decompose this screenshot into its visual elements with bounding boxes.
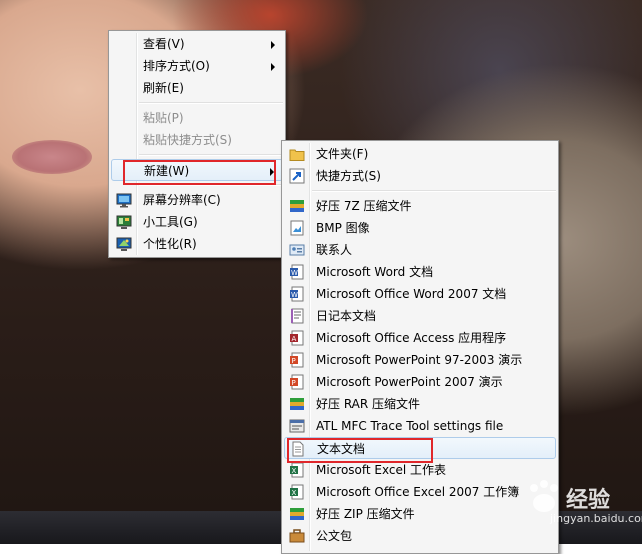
submenu-arrow-icon <box>271 41 275 49</box>
svg-text:X: X <box>292 489 297 497</box>
paw-logo-icon <box>524 478 562 516</box>
menu-separator <box>139 154 283 156</box>
submenu-item-contact[interactable]: 联系人 <box>284 239 556 261</box>
svg-text:P: P <box>292 357 296 365</box>
submenu-item-powerpoint-2007-presentation[interactable]: P Microsoft PowerPoint 2007 演示 <box>284 371 556 393</box>
submenu-item-atl-mfc-trace-settings[interactable]: ATL MFC Trace Tool settings file <box>284 415 556 437</box>
menu-separator <box>139 102 283 104</box>
powerpoint-icon: P <box>289 352 305 368</box>
submenu-item-word-document[interactable]: W Microsoft Word 文档 <box>284 261 556 283</box>
monitor-icon <box>116 192 132 208</box>
wallpaper-detail <box>12 140 92 174</box>
submenu-separator <box>312 190 556 192</box>
briefcase-icon <box>289 528 305 544</box>
gadgets-icon <box>116 214 132 230</box>
svg-text:A: A <box>292 335 297 343</box>
personalize-icon <box>116 236 132 252</box>
submenu-item-text-document[interactable]: 文本文档 <box>284 437 556 459</box>
menu-item-gadgets[interactable]: 小工具(G) <box>111 211 283 233</box>
svg-text:X: X <box>292 467 297 475</box>
menu-item-refresh[interactable]: 刷新(E) <box>111 77 283 99</box>
journal-icon <box>289 308 305 324</box>
contact-icon <box>289 242 305 258</box>
submenu-item-powerpoint-97-presentation[interactable]: P Microsoft PowerPoint 97-2003 演示 <box>284 349 556 371</box>
submenu-item-word-2007-document[interactable]: W Microsoft Office Word 2007 文档 <box>284 283 556 305</box>
menu-item-view[interactable]: 查看(V) <box>111 33 283 55</box>
word-icon: W <box>289 264 305 280</box>
submenu-item-excel-2007-workbook[interactable]: X Microsoft Office Excel 2007 工作簿 <box>284 481 556 503</box>
menu-item-sort-by[interactable]: 排序方式(O) <box>111 55 283 77</box>
folder-icon <box>289 146 305 162</box>
submenu-item-7z-archive[interactable]: 好压 7Z 压缩文件 <box>284 195 556 217</box>
desktop-context-menu: 查看(V) 排序方式(O) 刷新(E) 粘贴(P) 粘贴快捷方式(S) 新建(W… <box>108 30 286 258</box>
menu-separator <box>139 184 283 186</box>
word-icon: W <box>289 286 305 302</box>
submenu-item-zip-archive[interactable]: 好压 ZIP 压缩文件 <box>284 503 556 525</box>
shortcut-icon <box>289 168 305 184</box>
submenu-arrow-icon <box>271 63 275 71</box>
powerpoint-icon: P <box>289 374 305 390</box>
image-icon <box>289 220 305 236</box>
watermark-title: 经验 <box>566 488 611 513</box>
submenu-arrow-icon <box>270 168 274 176</box>
excel-icon: X <box>289 484 305 500</box>
submenu-item-folder[interactable]: 文件夹(F) <box>284 143 556 165</box>
access-icon: A <box>289 330 305 346</box>
submenu-item-shortcut[interactable]: 快捷方式(S) <box>284 165 556 187</box>
submenu-item-bmp-image[interactable]: BMP 图像 <box>284 217 556 239</box>
menu-item-new[interactable]: 新建(W) <box>111 159 283 181</box>
new-submenu: 文件夹(F) 快捷方式(S) 好压 7Z 压缩文件 BMP 图像 联系人 W M… <box>281 140 559 554</box>
archive-icon <box>289 198 305 214</box>
watermark-url: jingyan.baidu.com <box>550 512 642 525</box>
submenu-item-journal-document[interactable]: 日记本文档 <box>284 305 556 327</box>
svg-text:W: W <box>291 269 298 277</box>
submenu-item-rar-archive[interactable]: 好压 RAR 压缩文件 <box>284 393 556 415</box>
menu-item-personalize[interactable]: 个性化(R) <box>111 233 283 255</box>
submenu-item-access-application[interactable]: A Microsoft Office Access 应用程序 <box>284 327 556 349</box>
svg-text:P: P <box>292 379 296 387</box>
archive-icon <box>289 396 305 412</box>
menu-item-screen-resolution[interactable]: 屏幕分辨率(C) <box>111 189 283 211</box>
watermark: 经验 jingyan.baidu.com <box>520 470 642 532</box>
archive-icon <box>289 506 305 522</box>
excel-icon: X <box>289 462 305 478</box>
text-document-icon <box>290 441 306 457</box>
menu-item-paste: 粘贴(P) <box>143 111 184 125</box>
submenu-item-excel-worksheet[interactable]: X Microsoft Excel 工作表 <box>284 459 556 481</box>
svg-text:W: W <box>291 291 298 299</box>
settings-file-icon <box>289 418 305 434</box>
menu-item-paste-shortcut: 粘贴快捷方式(S) <box>143 133 232 147</box>
